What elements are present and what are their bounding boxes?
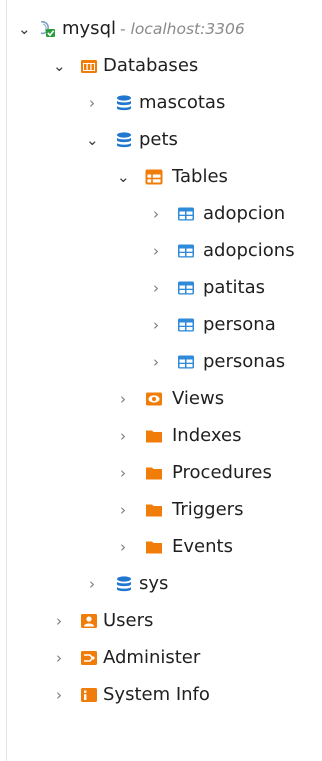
tree-node-table-persona[interactable]: › persona (0, 309, 322, 346)
chevron-right-icon[interactable]: › (53, 611, 65, 631)
database-icon (115, 131, 133, 149)
system-info-icon (80, 686, 98, 704)
chevron-right-icon[interactable]: › (117, 500, 129, 520)
tree-label: Users (103, 610, 154, 631)
connection-host: - localhost:3306 (120, 20, 245, 38)
tree-node-connection-mysql[interactable]: ⌄ mysql - localhost:3306 (0, 13, 322, 50)
chevron-right-icon[interactable]: › (150, 315, 162, 335)
chevron-right-icon[interactable]: › (86, 574, 98, 594)
tree-label: Indexes (172, 425, 242, 446)
tree-node-administer[interactable]: › Administer (0, 642, 322, 679)
folder-icon (145, 427, 163, 445)
chevron-down-icon[interactable]: ⌄ (117, 167, 130, 187)
table-icon (177, 205, 195, 223)
tree-node-table-patitas[interactable]: › patitas (0, 272, 322, 309)
tree-node-events[interactable]: › Events (0, 531, 322, 568)
tree-label: adopcions (203, 240, 295, 261)
tree-node-databases[interactable]: ⌄ Databases (0, 50, 322, 87)
tree-node-tables[interactable]: ⌄ Tables (0, 161, 322, 198)
chevron-right-icon[interactable]: › (150, 204, 162, 224)
tree-node-indexes[interactable]: › Indexes (0, 420, 322, 457)
tree-node-views[interactable]: › Views (0, 383, 322, 420)
connection-name: mysql (62, 18, 116, 39)
chevron-right-icon[interactable]: › (117, 426, 129, 446)
chevron-right-icon[interactable]: › (53, 685, 65, 705)
administer-icon (80, 649, 98, 667)
tree-node-db-mascotas[interactable]: › mascotas (0, 87, 322, 124)
tree-node-table-adopcions[interactable]: › adopcions (0, 235, 322, 272)
chevron-down-icon[interactable]: ⌄ (18, 19, 31, 39)
tree-label: Administer (103, 647, 201, 668)
tree-node-system-info[interactable]: › System Info (0, 679, 322, 716)
database-icon (115, 94, 133, 112)
tree-label: Views (172, 388, 225, 409)
tree-label: mascotas (139, 92, 226, 113)
table-icon (177, 353, 195, 371)
tree-node-db-sys[interactable]: › sys (0, 568, 322, 605)
tree-label: persona (203, 314, 276, 335)
tree-node-table-personas[interactable]: › personas (0, 346, 322, 383)
tree-label: Procedures (172, 462, 272, 483)
tree-label: adopcion (203, 203, 286, 224)
tree-node-users[interactable]: › Users (0, 605, 322, 642)
chevron-right-icon[interactable]: › (86, 93, 98, 113)
views-folder-icon (145, 390, 163, 408)
chevron-right-icon[interactable]: › (150, 278, 162, 298)
tree-node-procedures[interactable]: › Procedures (0, 457, 322, 494)
database-icon (115, 575, 133, 593)
chevron-right-icon[interactable]: › (117, 463, 129, 483)
databases-folder-icon (80, 57, 98, 75)
tree-label: Events (172, 536, 233, 557)
database-navigator-tree: ⌄ mysql - localhost:3306 ⌄ Databases › m… (0, 13, 322, 716)
tree-label: personas (203, 351, 286, 372)
folder-icon (145, 501, 163, 519)
chevron-down-icon[interactable]: ⌄ (53, 56, 66, 76)
users-icon (80, 612, 98, 630)
folder-icon (145, 538, 163, 556)
tree-node-table-adopcion[interactable]: › adopcion (0, 198, 322, 235)
tree-label: patitas (203, 277, 265, 298)
connection-icon (38, 20, 56, 38)
chevron-right-icon[interactable]: › (53, 648, 65, 668)
tree-label: pets (139, 129, 178, 150)
chevron-right-icon[interactable]: › (117, 537, 129, 557)
table-icon (177, 242, 195, 260)
tree-label: Triggers (172, 499, 244, 520)
tables-folder-icon (145, 168, 163, 186)
chevron-down-icon[interactable]: ⌄ (86, 130, 99, 150)
tree-label: Databases (103, 55, 199, 76)
tree-label: Tables (172, 166, 228, 187)
tree-node-triggers[interactable]: › Triggers (0, 494, 322, 531)
tree-node-db-pets[interactable]: ⌄ pets (0, 124, 322, 161)
chevron-right-icon[interactable]: › (117, 389, 129, 409)
chevron-right-icon[interactable]: › (150, 241, 162, 261)
folder-icon (145, 464, 163, 482)
table-icon (177, 279, 195, 297)
tree-label: System Info (103, 684, 210, 705)
tree-label: sys (139, 573, 169, 594)
chevron-right-icon[interactable]: › (150, 352, 162, 372)
table-icon (177, 316, 195, 334)
